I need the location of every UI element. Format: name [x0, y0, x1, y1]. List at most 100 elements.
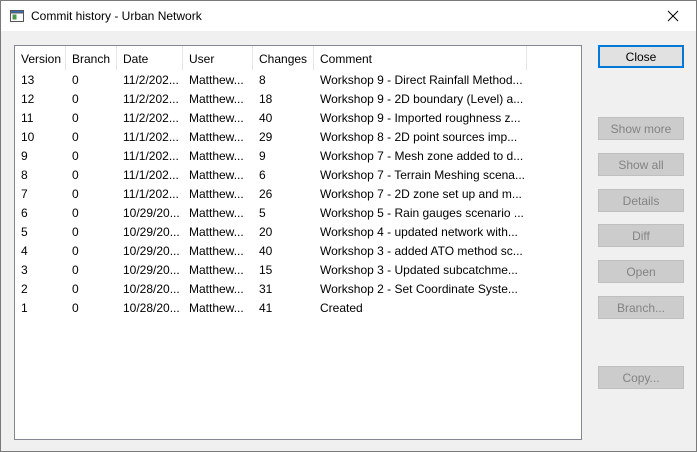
cell-comment: Workshop 3 - Updated subcatchme... [320, 263, 518, 277]
cell-user: Matthew... [189, 92, 244, 106]
cell-version: 5 [21, 225, 28, 239]
cell-branch: 0 [72, 130, 79, 144]
open-button[interactable]: Open [598, 260, 684, 283]
column-header-branch[interactable]: Branch [66, 46, 117, 70]
cell-date: 11/1/202... [123, 168, 179, 182]
table-row[interactable]: 10 0 11/1/202... Matthew... 29 Workshop … [15, 128, 581, 147]
show-more-button[interactable]: Show more [598, 117, 684, 140]
column-header-changes[interactable]: Changes [253, 46, 314, 70]
details-button[interactable]: Details [598, 189, 684, 212]
window-title: Commit history - Urban Network [31, 9, 202, 23]
cell-changes: 15 [259, 263, 273, 277]
title-bar: Commit history - Urban Network [1, 1, 696, 31]
table-row[interactable]: 7 0 11/1/202... Matthew... 26 Workshop 7… [15, 185, 581, 204]
table-row[interactable]: 13 0 11/2/202... Matthew... 8 Workshop 9… [15, 71, 581, 90]
cell-version: 1 [21, 301, 28, 315]
column-header-user[interactable]: User [183, 46, 253, 70]
show-all-button[interactable]: Show all [598, 153, 684, 176]
cell-date: 11/2/202... [123, 92, 179, 106]
column-header-comment[interactable]: Comment [314, 46, 527, 70]
cell-changes: 18 [259, 92, 273, 106]
commit-list[interactable]: Version Branch Date User Changes Comment… [14, 45, 582, 440]
cell-version: 9 [21, 149, 28, 163]
cell-user: Matthew... [189, 149, 244, 163]
cell-user: Matthew... [189, 206, 244, 220]
column-header-version[interactable]: Version [15, 46, 66, 70]
cell-user: Matthew... [189, 301, 244, 315]
copy-button[interactable]: Copy... [598, 366, 684, 389]
cell-user: Matthew... [189, 263, 244, 277]
cell-user: Matthew... [189, 130, 244, 144]
table-row[interactable]: 4 0 10/29/20... Matthew... 40 Workshop 3… [15, 242, 581, 261]
cell-branch: 0 [72, 282, 79, 296]
cell-version: 6 [21, 206, 28, 220]
cell-branch: 0 [72, 187, 79, 201]
cell-date: 10/29/20... [123, 244, 180, 258]
cell-user: Matthew... [189, 187, 244, 201]
cell-branch: 0 [72, 111, 79, 125]
cell-changes: 9 [259, 149, 266, 163]
cell-user: Matthew... [189, 168, 244, 182]
cell-user: Matthew... [189, 111, 244, 125]
window-close-button[interactable] [650, 1, 696, 31]
cell-date: 11/2/202... [123, 73, 179, 87]
cell-comment: Workshop 4 - updated network with... [320, 225, 518, 239]
table-row[interactable]: 11 0 11/2/202... Matthew... 40 Workshop … [15, 109, 581, 128]
app-window-icon [10, 10, 24, 22]
cell-comment: Workshop 8 - 2D point sources imp... [320, 130, 518, 144]
cell-date: 11/1/202... [123, 149, 179, 163]
cell-changes: 41 [259, 301, 273, 315]
cell-user: Matthew... [189, 244, 244, 258]
diff-button[interactable]: Diff [598, 224, 684, 247]
cell-version: 2 [21, 282, 28, 296]
cell-changes: 40 [259, 111, 273, 125]
cell-branch: 0 [72, 149, 79, 163]
cell-changes: 5 [259, 206, 266, 220]
cell-comment: Workshop 7 - Terrain Meshing scena... [320, 168, 525, 182]
table-row[interactable]: 2 0 10/28/20... Matthew... 31 Workshop 2… [15, 280, 581, 299]
cell-comment: Workshop 9 - Direct Rainfall Method... [320, 73, 523, 87]
cell-changes: 8 [259, 73, 266, 87]
cell-changes: 31 [259, 282, 273, 296]
cell-version: 3 [21, 263, 28, 277]
cell-comment: Workshop 5 - Rain gauges scenario ... [320, 206, 524, 220]
cell-branch: 0 [72, 73, 79, 87]
cell-branch: 0 [72, 263, 79, 277]
cell-version: 11 [21, 111, 34, 125]
close-icon [667, 10, 679, 22]
cell-comment: Workshop 2 - Set Coordinate Syste... [320, 282, 518, 296]
cell-comment: Workshop 7 - 2D zone set up and m... [320, 187, 522, 201]
table-row[interactable]: 9 0 11/1/202... Matthew... 9 Workshop 7 … [15, 147, 581, 166]
table-row[interactable]: 8 0 11/1/202... Matthew... 6 Workshop 7 … [15, 166, 581, 185]
cell-user: Matthew... [189, 73, 244, 87]
cell-changes: 26 [259, 187, 273, 201]
cell-branch: 0 [72, 168, 79, 182]
cell-date: 10/29/20... [123, 206, 180, 220]
cell-date: 10/29/20... [123, 225, 180, 239]
cell-date: 10/29/20... [123, 263, 180, 277]
cell-branch: 0 [72, 244, 79, 258]
table-row[interactable]: 6 0 10/29/20... Matthew... 5 Workshop 5 … [15, 204, 581, 223]
table-row[interactable]: 12 0 11/2/202... Matthew... 18 Workshop … [15, 90, 581, 109]
cell-changes: 40 [259, 244, 273, 258]
table-row[interactable]: 5 0 10/29/20... Matthew... 20 Workshop 4… [15, 223, 581, 242]
cell-comment: Workshop 7 - Mesh zone added to d... [320, 149, 524, 163]
cell-branch: 0 [72, 92, 79, 106]
cell-comment: Workshop 3 - added ATO method sc... [320, 244, 523, 258]
column-header-date[interactable]: Date [117, 46, 183, 70]
close-button[interactable]: Close [598, 45, 684, 68]
cell-comment: Workshop 9 - Imported roughness z... [320, 111, 521, 125]
cell-user: Matthew... [189, 225, 244, 239]
cell-changes: 6 [259, 168, 266, 182]
cell-version: 4 [21, 244, 28, 258]
cell-version: 8 [21, 168, 28, 182]
cell-date: 10/28/20... [123, 301, 180, 315]
cell-changes: 20 [259, 225, 273, 239]
cell-branch: 0 [72, 206, 79, 220]
list-header: Version Branch Date User Changes Comment [15, 46, 581, 70]
table-row[interactable]: 1 0 10/28/20... Matthew... 41 Created [15, 299, 581, 318]
table-row[interactable]: 3 0 10/29/20... Matthew... 15 Workshop 3… [15, 261, 581, 280]
branch-button[interactable]: Branch... [598, 296, 684, 319]
cell-version: 10 [21, 130, 35, 144]
cell-date: 11/2/202... [123, 111, 179, 125]
